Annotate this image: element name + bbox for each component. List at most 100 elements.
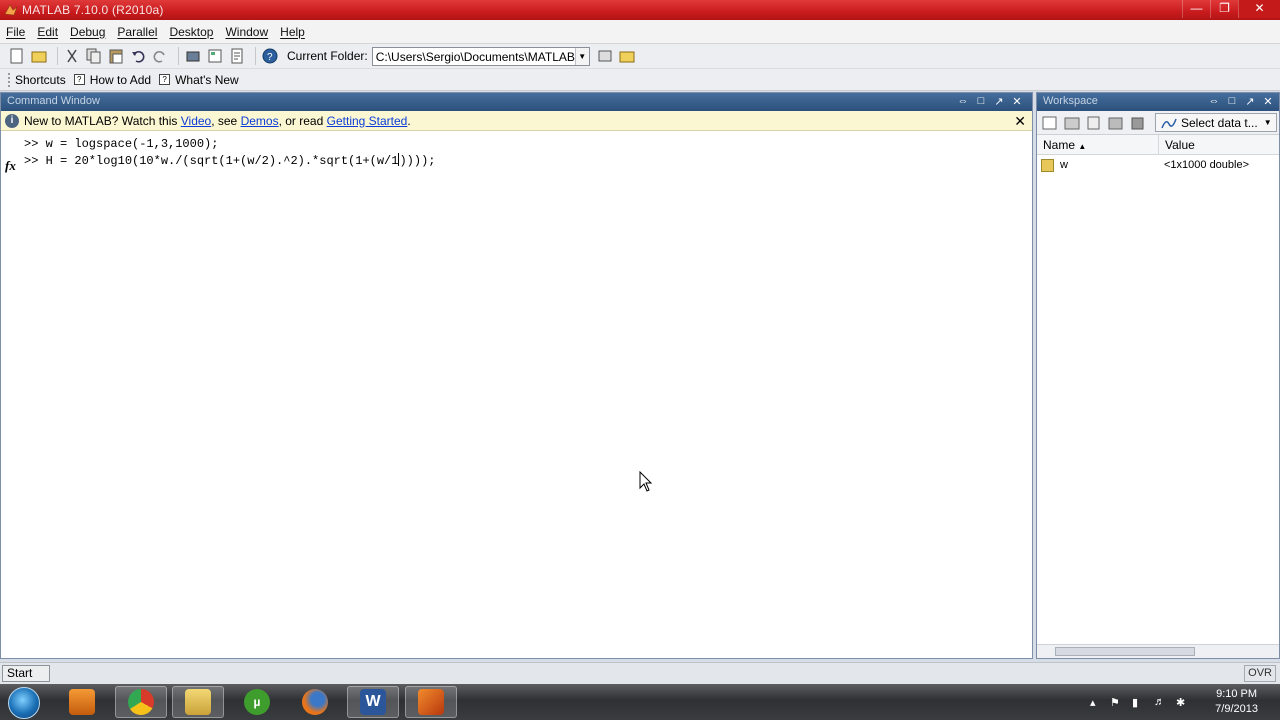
window-controls: — ❐ ✕ — [1182, 0, 1280, 20]
show-hidden-icons-icon[interactable]: ▴ — [1090, 696, 1104, 709]
delete-variable-icon[interactable] — [1129, 115, 1147, 131]
redo-icon[interactable] — [151, 47, 169, 65]
paste-icon[interactable] — [107, 47, 125, 65]
command-text: >> H = 20*log10(10*w./(sqrt(1+(w/2).^2).… — [24, 154, 399, 168]
command-line-current[interactable]: >> H = 20*log10(10*w./(sqrt(1+(w/2).^2).… — [1, 153, 1032, 170]
select-data-dropdown[interactable]: Select data t... ▼ — [1155, 113, 1277, 132]
network-signal-icon[interactable]: ▮ — [1132, 696, 1146, 709]
chrome-icon — [128, 689, 154, 715]
toolbar-separator — [57, 47, 58, 65]
command-window: Command Window ⇔ □ ↗ ✕ i New to MATLAB? … — [0, 92, 1033, 659]
column-header-name[interactable]: Name ▲ — [1037, 135, 1159, 154]
menu-desktop[interactable]: Desktop — [163, 25, 219, 39]
menu-file[interactable]: File — [0, 25, 31, 39]
shortcut-whats-new[interactable]: ? What's New — [159, 73, 239, 87]
column-header-value[interactable]: Value — [1159, 135, 1201, 154]
panel-undock-icon[interactable]: ↗ — [1241, 95, 1259, 108]
shortcut-how-to-add[interactable]: ? How to Add — [73, 73, 151, 87]
demos-link[interactable]: Demos — [241, 114, 279, 128]
windows-start-orb[interactable] — [8, 687, 40, 719]
clock-date: 7/9/2013 — [1215, 703, 1258, 715]
panel-close-icon[interactable]: ✕ — [1259, 95, 1277, 108]
shortcut-icon: ? — [73, 74, 85, 85]
command-window-title: Command Window — [7, 95, 100, 107]
close-button[interactable]: ✕ — [1238, 0, 1280, 18]
simulink-icon[interactable] — [184, 47, 202, 65]
panel-controls: ⇔ □ ↗ ✕ — [1205, 95, 1277, 108]
taskbar-utorrent[interactable]: µ — [231, 686, 283, 718]
panel-controls: ⇔ □ ↗ ✕ — [954, 95, 1026, 108]
plot-icon — [1161, 118, 1177, 128]
word-icon: W — [360, 689, 386, 715]
cut-icon[interactable] — [63, 47, 81, 65]
panel-undock-icon[interactable]: ↗ — [990, 95, 1008, 108]
toolbar-grip[interactable] — [8, 72, 11, 87]
taskbar-chrome[interactable] — [115, 686, 167, 718]
info-icon: i — [5, 113, 19, 128]
save-workspace-icon[interactable] — [1107, 115, 1125, 131]
minimize-button[interactable]: — — [1182, 0, 1210, 18]
matrix-icon — [1041, 158, 1054, 172]
menu-bar: File Edit Debug Parallel Desktop Window … — [0, 20, 1280, 44]
open-variable-icon[interactable] — [1063, 115, 1081, 131]
import-data-icon[interactable] — [1085, 115, 1103, 131]
info-text-prefix: New to MATLAB? Watch this — [24, 113, 178, 128]
taskbar-firefox[interactable] — [289, 686, 341, 718]
guide-icon[interactable] — [206, 47, 224, 65]
menu-parallel[interactable]: Parallel — [111, 25, 163, 39]
info-text-end: . — [407, 113, 411, 128]
scrollbar-thumb[interactable] — [1055, 647, 1195, 656]
copy-icon[interactable] — [85, 47, 103, 65]
close-info-icon[interactable]: ✕ — [1014, 113, 1026, 130]
chevron-down-icon: ▼ — [1263, 118, 1272, 127]
menu-help[interactable]: Help — [274, 25, 311, 39]
open-folder-icon[interactable] — [30, 47, 48, 65]
command-input-area[interactable]: >> w = logspace(-1,3,1000); >> H = 20*lo… — [1, 131, 1032, 173]
panel-options-icon[interactable]: ⇔ — [954, 95, 972, 108]
undo-icon[interactable] — [129, 47, 147, 65]
window-title: MATLAB 7.10.0 (R2010a) — [22, 3, 164, 17]
taskbar-word[interactable]: W — [347, 686, 399, 718]
menu-debug[interactable]: Debug — [64, 25, 111, 39]
new-variable-icon[interactable] — [1041, 115, 1059, 131]
up-folder-icon[interactable] — [618, 47, 636, 65]
shortcuts-label[interactable]: Shortcuts — [15, 73, 66, 87]
function-browser-icon[interactable]: fx — [5, 158, 16, 174]
utorrent-icon: µ — [244, 689, 270, 715]
new-file-icon[interactable] — [8, 47, 26, 65]
panel-options-icon[interactable]: ⇔ — [1205, 95, 1223, 108]
video-link[interactable]: Video — [181, 114, 211, 128]
getting-started-link[interactable]: Getting Started — [327, 114, 408, 128]
menu-window[interactable]: Window — [219, 25, 274, 39]
toolbar-separator — [255, 47, 256, 65]
media-player-icon — [69, 689, 95, 715]
current-folder-input[interactable]: C:\Users\Sergio\Documents\MATLAB ▼ — [371, 46, 590, 66]
bluetooth-icon[interactable]: ✱ — [1176, 696, 1190, 709]
select-data-label: Select data t... — [1181, 115, 1258, 130]
taskbar-media-player[interactable] — [56, 686, 108, 718]
mouse-pointer-icon — [639, 471, 653, 492]
taskbar-explorer[interactable] — [172, 686, 224, 718]
action-center-flag-icon[interactable]: ⚑ — [1110, 696, 1124, 709]
status-bar: Start OVR — [0, 662, 1280, 684]
info-bar: i New to MATLAB? Watch this Video , see … — [1, 111, 1032, 131]
menu-edit[interactable]: Edit — [31, 25, 64, 39]
chevron-down-icon[interactable]: ▼ — [574, 47, 589, 65]
horizontal-scrollbar[interactable] — [1037, 644, 1279, 658]
svg-text:?: ? — [267, 52, 273, 63]
help-icon[interactable]: ? — [261, 47, 279, 65]
system-clock[interactable]: 9:10 PM 7/9/2013 — [1215, 687, 1258, 717]
profiler-icon[interactable] — [228, 47, 246, 65]
maximize-button[interactable]: ❐ — [1210, 0, 1238, 18]
panel-maximize-icon[interactable]: □ — [972, 95, 990, 108]
browse-folder-icon[interactable] — [596, 47, 614, 65]
taskbar-matlab[interactable] — [405, 686, 457, 718]
matlab-start-button[interactable]: Start — [2, 665, 50, 682]
panel-close-icon[interactable]: ✕ — [1008, 95, 1026, 108]
volume-icon[interactable]: ♬ — [1154, 696, 1168, 708]
workspace-panel: Workspace ⇔ □ ↗ ✕ Select data t... ▼ Nam… — [1036, 92, 1280, 659]
panel-maximize-icon[interactable]: □ — [1223, 95, 1241, 108]
table-row[interactable]: w <1x1000 double> — [1037, 155, 1279, 175]
info-text-mid1: , see — [211, 113, 238, 128]
workspace-table-header: Name ▲ Value — [1037, 135, 1279, 155]
